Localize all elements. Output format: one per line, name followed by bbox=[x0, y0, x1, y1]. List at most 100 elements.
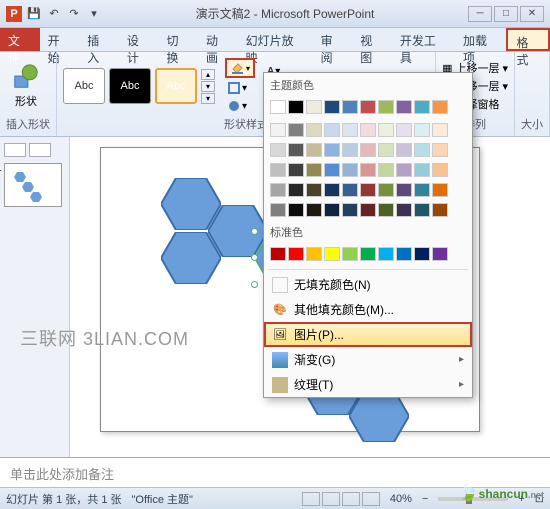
style-swatch-2[interactable]: Abc bbox=[109, 68, 151, 104]
color-swatch[interactable] bbox=[324, 203, 340, 217]
color-swatch[interactable] bbox=[306, 183, 322, 197]
color-swatch[interactable] bbox=[378, 123, 394, 137]
picture-fill-item[interactable]: 🖼图片(P)... bbox=[264, 322, 472, 347]
color-swatch[interactable] bbox=[342, 163, 358, 177]
more-colors-item[interactable]: 🎨其他填充颜色(M)... bbox=[264, 297, 472, 322]
zoom-out-button[interactable]: − bbox=[422, 493, 428, 505]
tab-slideshow[interactable]: 幻灯片放映 bbox=[238, 28, 313, 51]
qat-dropdown-icon[interactable]: ▾ bbox=[86, 6, 102, 22]
resize-handle[interactable] bbox=[251, 254, 258, 261]
color-swatch[interactable] bbox=[414, 100, 430, 114]
color-swatch[interactable] bbox=[360, 203, 376, 217]
color-swatch[interactable] bbox=[396, 203, 412, 217]
shape-effects-button[interactable]: ▾ bbox=[225, 98, 255, 114]
color-swatch[interactable] bbox=[324, 247, 340, 261]
style-swatch-3[interactable]: Abc bbox=[155, 68, 197, 104]
maximize-button[interactable]: □ bbox=[494, 6, 518, 22]
tab-home[interactable]: 开始 bbox=[40, 28, 80, 51]
color-swatch[interactable] bbox=[288, 143, 304, 157]
color-swatch[interactable] bbox=[396, 143, 412, 157]
sorter-view-button[interactable] bbox=[322, 492, 340, 506]
color-swatch[interactable] bbox=[378, 183, 394, 197]
color-swatch[interactable] bbox=[306, 203, 322, 217]
color-swatch[interactable] bbox=[342, 183, 358, 197]
zoom-level[interactable]: 40% bbox=[390, 493, 412, 505]
tab-animations[interactable]: 动画 bbox=[198, 28, 238, 51]
color-swatch[interactable] bbox=[306, 143, 322, 157]
color-swatch[interactable] bbox=[270, 123, 286, 137]
color-swatch[interactable] bbox=[378, 100, 394, 114]
color-swatch[interactable] bbox=[342, 123, 358, 137]
close-button[interactable]: ✕ bbox=[520, 6, 544, 22]
shape-fill-button[interactable]: ▾ bbox=[225, 58, 255, 78]
color-swatch[interactable] bbox=[306, 123, 322, 137]
color-swatch[interactable] bbox=[396, 100, 412, 114]
tab-format[interactable]: 格式 bbox=[506, 28, 550, 51]
outline-tab[interactable] bbox=[29, 143, 51, 157]
color-swatch[interactable] bbox=[324, 183, 340, 197]
color-swatch[interactable] bbox=[288, 163, 304, 177]
color-swatch[interactable] bbox=[270, 203, 286, 217]
redo-icon[interactable]: ↷ bbox=[66, 6, 82, 22]
color-swatch[interactable] bbox=[432, 203, 448, 217]
normal-view-button[interactable] bbox=[302, 492, 320, 506]
shape-outline-button[interactable]: ▾ bbox=[225, 80, 255, 96]
color-swatch[interactable] bbox=[396, 247, 412, 261]
tab-file[interactable]: 文件 bbox=[0, 28, 40, 51]
color-swatch[interactable] bbox=[396, 163, 412, 177]
color-swatch[interactable] bbox=[342, 100, 358, 114]
color-swatch[interactable] bbox=[270, 100, 286, 114]
color-swatch[interactable] bbox=[378, 203, 394, 217]
minimize-button[interactable]: ─ bbox=[468, 6, 492, 22]
color-swatch[interactable] bbox=[270, 163, 286, 177]
tab-design[interactable]: 设计 bbox=[119, 28, 159, 51]
color-swatch[interactable] bbox=[324, 143, 340, 157]
slideshow-view-button[interactable] bbox=[362, 492, 380, 506]
gallery-up-icon[interactable]: ▴ bbox=[201, 69, 215, 80]
color-swatch[interactable] bbox=[396, 123, 412, 137]
tab-transitions[interactable]: 切换 bbox=[158, 28, 198, 51]
color-swatch[interactable] bbox=[270, 247, 286, 261]
shapes-button[interactable]: 形状 bbox=[6, 61, 46, 111]
color-swatch[interactable] bbox=[288, 247, 304, 261]
color-swatch[interactable] bbox=[324, 123, 340, 137]
color-swatch[interactable] bbox=[288, 183, 304, 197]
gallery-more-icon[interactable]: ▾ bbox=[201, 93, 215, 104]
texture-fill-item[interactable]: 纹理(T)▸ bbox=[264, 372, 472, 397]
slides-tab[interactable] bbox=[4, 143, 26, 157]
color-swatch[interactable] bbox=[432, 163, 448, 177]
color-swatch[interactable] bbox=[306, 100, 322, 114]
color-swatch[interactable] bbox=[396, 183, 412, 197]
tab-view[interactable]: 视图 bbox=[352, 28, 392, 51]
color-swatch[interactable] bbox=[324, 100, 340, 114]
color-swatch[interactable] bbox=[342, 203, 358, 217]
color-swatch[interactable] bbox=[378, 143, 394, 157]
color-swatch[interactable] bbox=[288, 100, 304, 114]
color-swatch[interactable] bbox=[306, 163, 322, 177]
color-swatch[interactable] bbox=[414, 163, 430, 177]
color-swatch[interactable] bbox=[288, 203, 304, 217]
color-swatch[interactable] bbox=[414, 123, 430, 137]
slide-thumbnail-1[interactable] bbox=[4, 163, 62, 207]
style-swatch-1[interactable]: Abc bbox=[63, 68, 105, 104]
color-swatch[interactable] bbox=[360, 100, 376, 114]
color-swatch[interactable] bbox=[414, 203, 430, 217]
color-swatch[interactable] bbox=[306, 247, 322, 261]
reading-view-button[interactable] bbox=[342, 492, 360, 506]
color-swatch[interactable] bbox=[360, 123, 376, 137]
color-swatch[interactable] bbox=[432, 143, 448, 157]
color-swatch[interactable] bbox=[432, 247, 448, 261]
color-swatch[interactable] bbox=[324, 163, 340, 177]
tab-review[interactable]: 审阅 bbox=[313, 28, 353, 51]
save-icon[interactable]: 💾 bbox=[26, 6, 42, 22]
color-swatch[interactable] bbox=[414, 247, 430, 261]
color-swatch[interactable] bbox=[378, 247, 394, 261]
tab-addins[interactable]: 加载项 bbox=[455, 28, 506, 51]
color-swatch[interactable] bbox=[342, 247, 358, 261]
gallery-down-icon[interactable]: ▾ bbox=[201, 81, 215, 92]
color-swatch[interactable] bbox=[432, 123, 448, 137]
undo-icon[interactable]: ↶ bbox=[46, 6, 62, 22]
no-fill-item[interactable]: 无填充颜色(N) bbox=[264, 272, 472, 297]
color-swatch[interactable] bbox=[288, 123, 304, 137]
color-swatch[interactable] bbox=[378, 163, 394, 177]
